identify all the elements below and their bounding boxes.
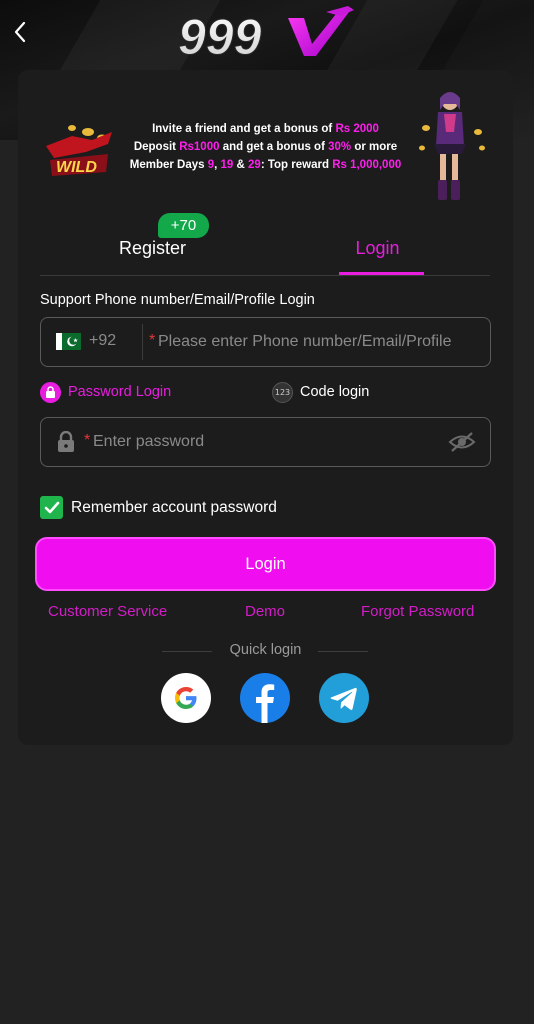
tab-register[interactable]: Register bbox=[40, 220, 265, 276]
required-marker: * bbox=[149, 332, 156, 349]
chevron-left-icon bbox=[14, 21, 26, 43]
checkbox-checked-icon bbox=[40, 496, 63, 519]
account-input[interactable] bbox=[158, 326, 483, 358]
telegram-icon bbox=[330, 687, 357, 710]
active-tab-indicator bbox=[339, 272, 424, 275]
required-marker: * bbox=[84, 432, 91, 449]
promo-banner: WILD Invite a friend and get a bonus of … bbox=[18, 88, 513, 200]
tab-login-label: Login bbox=[355, 237, 400, 258]
svg-text:999: 999 bbox=[178, 9, 262, 62]
mascot-character-image bbox=[419, 92, 485, 200]
password-input[interactable] bbox=[93, 426, 433, 458]
divider-line bbox=[318, 651, 368, 652]
code-login-label: Code login bbox=[300, 384, 370, 400]
login-card: WILD Invite a friend and get a bonus of … bbox=[18, 70, 513, 745]
promo-text: Invite a friend and get a bonus of Rs 20… bbox=[118, 120, 413, 174]
promo-line-3: Member Days 9, 19 & 29: Top reward Rs 1,… bbox=[129, 159, 402, 171]
google-icon bbox=[175, 687, 197, 709]
telegram-login-button[interactable] bbox=[319, 673, 369, 723]
register-bonus-badge: +70 bbox=[158, 213, 209, 238]
remember-password-checkbox[interactable]: Remember account password bbox=[40, 496, 277, 519]
promo-line-2: Deposit Rs1000 and get a bonus of 30% or… bbox=[133, 141, 398, 153]
auth-tabs: Register +70 Login bbox=[40, 213, 490, 276]
google-login-button[interactable] bbox=[161, 673, 211, 723]
eye-off-icon[interactable] bbox=[448, 431, 476, 453]
forgot-password-link[interactable]: Forgot Password bbox=[361, 603, 474, 620]
phone-field: +92 * bbox=[40, 317, 491, 367]
code-login-option[interactable]: 123 Code login bbox=[272, 381, 369, 403]
tab-register-label: Register bbox=[118, 237, 187, 258]
password-field: * bbox=[40, 417, 491, 467]
login-field-label: Support Phone number/Email/Profile Login bbox=[40, 292, 315, 308]
facebook-icon bbox=[256, 684, 275, 723]
pakistan-flag-icon bbox=[56, 333, 81, 350]
svg-text:WILD: WILD bbox=[56, 159, 97, 176]
login-button[interactable]: Login bbox=[35, 537, 496, 591]
remember-password-label: Remember account password bbox=[71, 498, 277, 516]
brand-logo: 999 bbox=[178, 6, 354, 62]
tab-login[interactable]: Login bbox=[265, 220, 490, 276]
lock-icon bbox=[58, 431, 74, 452]
promo-line-1: Invite a friend and get a bonus of Rs 20… bbox=[152, 123, 379, 135]
field-divider bbox=[142, 324, 143, 360]
country-code-selector[interactable]: +92 bbox=[89, 332, 116, 350]
quick-login-label: Quick login bbox=[229, 642, 302, 658]
numeric-code-icon: 123 bbox=[272, 381, 293, 403]
lock-icon bbox=[40, 381, 61, 403]
password-login-label: Password Login bbox=[68, 384, 172, 400]
customer-service-link[interactable]: Customer Service bbox=[48, 603, 167, 620]
wild-slot-icon: WILD bbox=[46, 125, 112, 176]
password-login-option[interactable]: Password Login bbox=[40, 381, 171, 403]
demo-link[interactable]: Demo bbox=[245, 603, 285, 620]
facebook-login-button[interactable] bbox=[240, 673, 290, 723]
quick-login-divider: Quick login bbox=[18, 641, 513, 661]
back-button[interactable] bbox=[8, 18, 32, 46]
